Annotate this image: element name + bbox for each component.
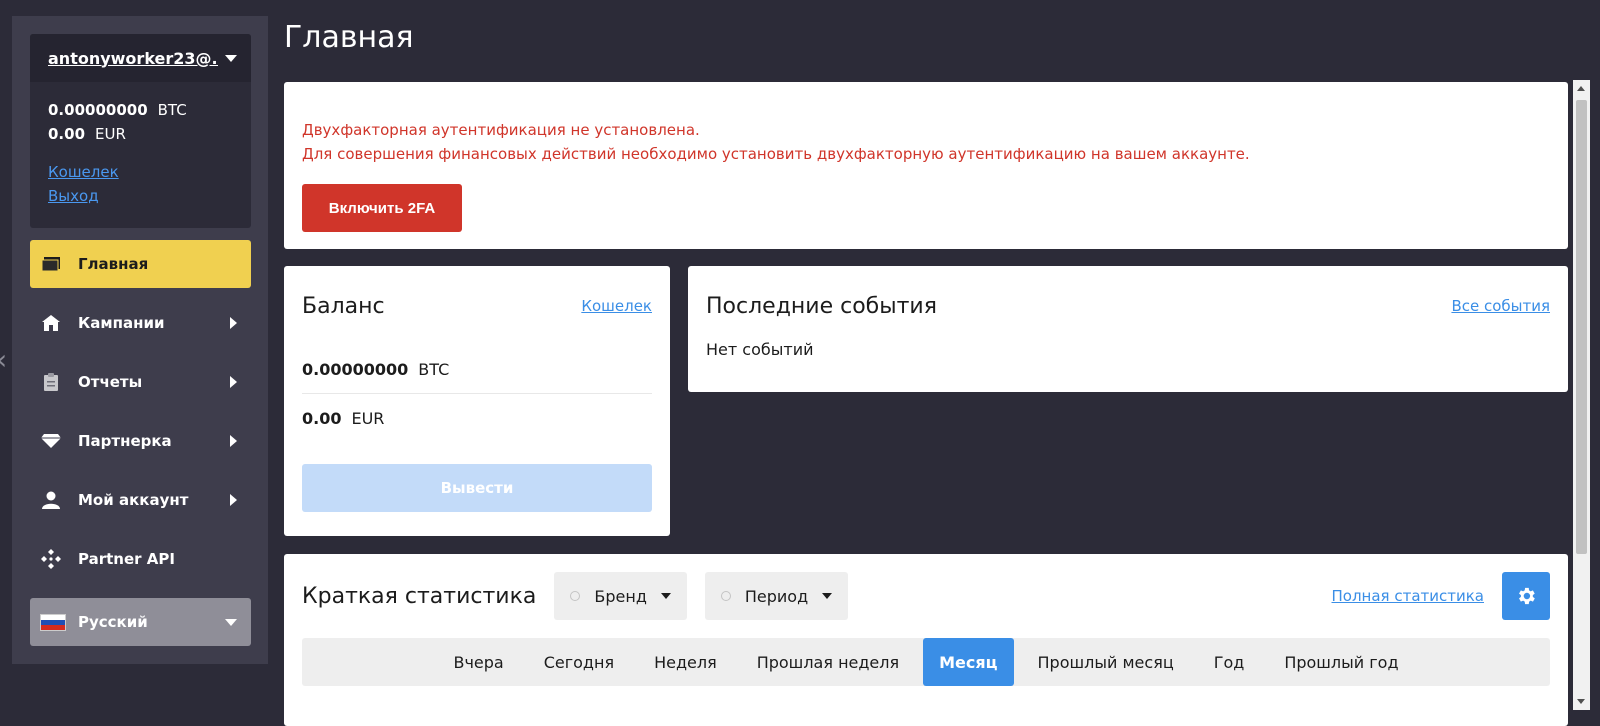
brand-dropdown[interactable]: Бренд [554, 572, 687, 620]
recent-events-card: Последние события Все события Нет событи… [688, 266, 1568, 392]
alert-line-1: Двухфакторная аутентификация не установл… [302, 121, 700, 139]
enable-2fa-button[interactable]: Включить 2FA [302, 184, 462, 232]
collapse-arrow-icon[interactable]: ‹ [0, 346, 7, 374]
brief-stats-card: Краткая статистика Бренд Период Полная с… [284, 554, 1568, 726]
scroll-up-icon[interactable] [1577, 86, 1585, 91]
chevron-down-icon [822, 593, 833, 599]
diamond-icon [40, 430, 62, 452]
user-card: antonyworker23@... 0.00000000 BTC 0.00 EUR… [30, 34, 251, 228]
radio-icon [720, 591, 731, 601]
user-menu-toggle[interactable]: antonyworker23@... [30, 34, 251, 82]
user-email[interactable]: antonyworker23@... [48, 49, 218, 68]
sidebar-item-campaigns[interactable]: Кампании [30, 299, 251, 347]
balance-row-btc: 0.00000000 BTC [302, 346, 652, 394]
tab-last-year[interactable]: Прошлый год [1268, 638, 1414, 686]
sidebar-item-reports[interactable]: Отчеты [30, 358, 251, 406]
user-balance-btc: 0.00000000 BTC [48, 101, 187, 119]
chevron-down-icon [225, 618, 237, 626]
wallet-icon [40, 253, 62, 275]
stats-settings-button[interactable] [1502, 572, 1550, 620]
radio-icon [570, 591, 581, 601]
page-title: Главная [284, 20, 414, 55]
events-title: Последние события [706, 293, 937, 319]
scrollbar-thumb[interactable] [1576, 100, 1587, 554]
sidebar-item-account[interactable]: Мой аккаунт [30, 476, 251, 524]
language-label: Русский [78, 613, 148, 631]
tab-yesterday[interactable]: Вчера [437, 638, 519, 686]
chevron-right-icon [230, 435, 237, 447]
sidebar-item-home[interactable]: Главная [30, 240, 251, 288]
user-balance-eur: 0.00 EUR [48, 125, 126, 143]
api-icon [40, 548, 62, 570]
chevron-down-icon [660, 593, 671, 599]
chevron-right-icon [230, 494, 237, 506]
balance-title: Баланс [302, 293, 385, 319]
period-dropdown[interactable]: Период [704, 572, 849, 620]
withdraw-button[interactable]: Вывести [302, 464, 652, 512]
language-selector[interactable]: Русский [30, 598, 251, 646]
home-icon [40, 312, 62, 334]
user-icon [40, 489, 62, 511]
twofa-alert-card: Двухфакторная аутентификация не установл… [284, 82, 1568, 249]
all-events-link[interactable]: Все события [1451, 297, 1550, 315]
events-empty-text: Нет событий [706, 340, 814, 359]
wallet-link[interactable]: Кошелек [48, 160, 233, 184]
alert-line-2: Для совершения финансовых действий необх… [302, 145, 1250, 163]
sidebar-item-partner-api[interactable]: Partner API [30, 535, 251, 583]
sidebar: antonyworker23@... 0.00000000 BTC 0.00 EUR… [12, 16, 268, 664]
sidebar-item-partner[interactable]: Партнерка [30, 417, 251, 465]
chevron-right-icon [230, 317, 237, 329]
page-scrollbar[interactable] [1573, 80, 1590, 710]
balance-row-eur: 0.00 EUR [302, 408, 385, 428]
balance-wallet-link[interactable]: Кошелек [581, 297, 652, 315]
clipboard-icon [40, 371, 62, 393]
tab-last-month[interactable]: Прошлый месяц [1022, 638, 1190, 686]
tab-last-week[interactable]: Прошлая неделя [741, 638, 915, 686]
tab-month[interactable]: Месяц [923, 638, 1014, 686]
balance-card: Баланс Кошелек 0.00000000 BTC 0.00 EUR Выв… [284, 266, 670, 536]
chevron-down-icon[interactable] [225, 54, 237, 62]
scroll-down-icon[interactable] [1577, 699, 1585, 704]
tab-today[interactable]: Сегодня [528, 638, 630, 686]
chevron-right-icon [230, 376, 237, 388]
tab-week[interactable]: Неделя [638, 638, 733, 686]
sidebar-nav: Главная Кампании Отчеты Партнерка Мой ак… [30, 240, 251, 594]
stats-title: Краткая статистика [302, 583, 537, 609]
tab-year[interactable]: Год [1198, 638, 1261, 686]
period-tabs: Вчера Сегодня Неделя Прошлая неделя Меся… [302, 638, 1550, 686]
gear-icon [1519, 587, 1535, 605]
full-stats-link[interactable]: Полная статистика [1332, 587, 1484, 605]
logout-link[interactable]: Выход [48, 184, 233, 208]
russian-flag-icon [40, 613, 66, 631]
